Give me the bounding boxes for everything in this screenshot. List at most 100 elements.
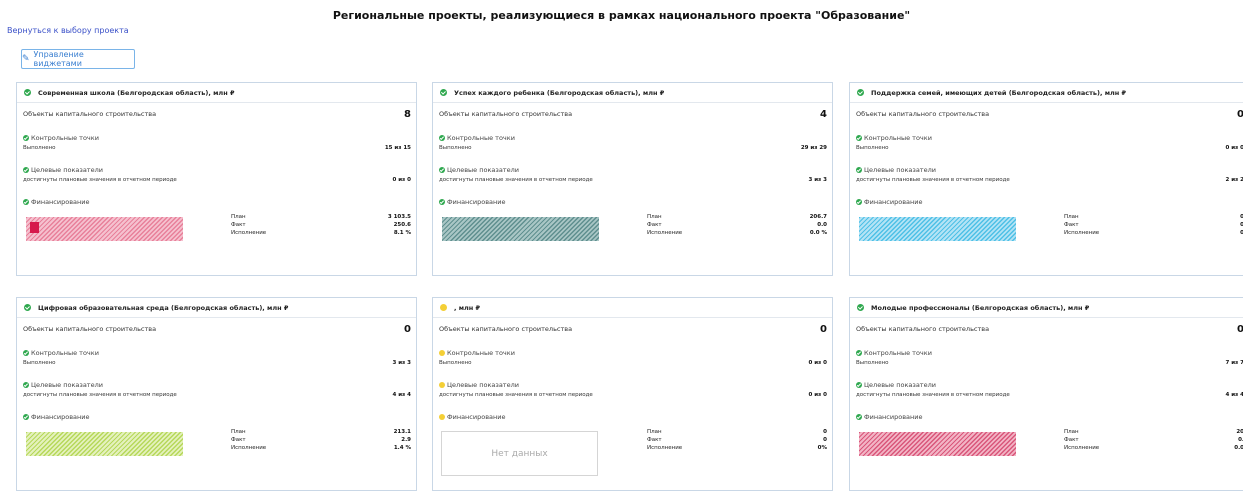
checkpoints-label: Контрольные точки <box>439 134 515 142</box>
plan-value: 213.1 <box>393 429 411 435</box>
card-header: , млн ₽ <box>433 298 832 318</box>
checkpoints-label: Контрольные точки <box>856 134 932 142</box>
targets-value: 4 из 4 <box>1225 392 1243 398</box>
warning-circle-icon <box>440 304 447 311</box>
targets-text: Целевые показатели <box>447 166 519 174</box>
plan-label: План <box>647 429 662 435</box>
targets-value: 2 из 2 <box>1225 177 1243 183</box>
check-circle-icon <box>856 199 862 205</box>
card-title: Успех каждого ребенка (Белгородская обла… <box>454 88 665 97</box>
targets-label: Целевые показатели <box>856 381 936 389</box>
financing-bar <box>859 217 1016 241</box>
targets-label: Целевые показатели <box>23 166 103 174</box>
fact-label: Факт <box>1064 222 1079 228</box>
targets-text: Целевые показатели <box>864 166 936 174</box>
checkpoints-text: Контрольные точки <box>447 349 515 357</box>
checkpoints-text: Контрольные точки <box>447 134 515 142</box>
capital-label: Объекты капитального строительства <box>856 110 990 118</box>
checkpoints-text: Контрольные точки <box>31 349 99 357</box>
checkpoints-value: 15 из 15 <box>384 145 411 151</box>
execution-value: 1.4 % <box>393 445 411 451</box>
targets-sub-label: достигнуты плановые значения в отчетном … <box>23 177 177 183</box>
card-title: Поддержка семей, имеющих детей (Белгород… <box>871 88 1127 97</box>
capital-label: Объекты капитального строительства <box>439 110 573 118</box>
financing-text: Финансирование <box>447 198 506 206</box>
targets-label: Целевые показатели <box>439 381 519 389</box>
financing-label: Финансирование <box>23 198 90 206</box>
checkpoints-label: Контрольные точки <box>439 349 515 357</box>
targets-value: 3 из 3 <box>808 177 827 183</box>
execution-label: Исполнение <box>647 230 683 236</box>
warning-circle-icon <box>439 350 445 356</box>
capital-value: 0 <box>404 324 411 335</box>
execution-label: Исполнение <box>1064 230 1100 236</box>
done-label: Выполнено <box>439 360 472 366</box>
targets-label: Целевые показатели <box>439 166 519 174</box>
financing-label: Финансирование <box>23 413 90 421</box>
financing-text: Финансирование <box>31 413 90 421</box>
done-label: Выполнено <box>856 360 889 366</box>
fact-value: 0 <box>823 437 827 443</box>
targets-text: Целевые показатели <box>31 381 103 389</box>
financing-bar <box>26 432 183 456</box>
execution-label: Исполнение <box>1064 445 1100 451</box>
targets-sub-label: достигнуты плановые значения в отчетном … <box>439 177 593 183</box>
financing-label: Финансирование <box>856 198 923 206</box>
check-circle-icon <box>23 350 29 356</box>
targets-text: Целевые показатели <box>864 381 936 389</box>
execution-value: 0% <box>817 445 827 451</box>
capital-value: 8 <box>404 109 411 120</box>
fact-value: 0.0 <box>817 222 827 228</box>
plan-label: План <box>231 214 246 220</box>
financing-label: Финансирование <box>439 198 506 206</box>
card-title: Цифровая образовательная среда (Белгород… <box>38 303 289 312</box>
execution-marker <box>30 222 39 233</box>
plan-label: План <box>1064 214 1079 220</box>
financing-text: Финансирование <box>447 413 506 421</box>
check-circle-icon <box>857 89 864 96</box>
capital-value: 4 <box>820 109 827 120</box>
check-circle-icon <box>856 350 862 356</box>
fact-label: Факт <box>647 437 662 443</box>
plan-value: 3 103.5 <box>387 214 411 220</box>
targets-value: 0 из 0 <box>392 177 411 183</box>
checkpoints-value: 7 из 7 <box>1225 360 1243 366</box>
execution-value: 0.0 <box>1234 445 1243 451</box>
done-label: Выполнено <box>23 360 56 366</box>
financing-text: Финансирование <box>31 198 90 206</box>
project-card[interactable]: Молодые профессионалы (Белгородская обла… <box>849 297 1243 491</box>
project-card[interactable]: Современная школа (Белгородская область)… <box>16 82 417 276</box>
no-data-box: Нет данных <box>441 431 598 476</box>
financing-bar <box>26 217 183 241</box>
back-link[interactable]: Вернуться к выбору проекта <box>7 26 129 35</box>
targets-text: Целевые показатели <box>447 381 519 389</box>
capital-label: Объекты капитального строительства <box>439 325 573 333</box>
project-card[interactable]: Цифровая образовательная среда (Белгород… <box>16 297 417 491</box>
check-circle-icon <box>23 167 29 173</box>
warning-circle-icon <box>439 382 445 388</box>
page-title: Региональные проекты, реализующиеся в ра… <box>332 9 911 22</box>
card-title: , млн ₽ <box>454 303 481 312</box>
project-card[interactable]: Поддержка семей, имеющих детей (Белгород… <box>849 82 1243 276</box>
financing-label: Финансирование <box>856 413 923 421</box>
targets-text: Целевые показатели <box>31 166 103 174</box>
capital-label: Объекты капитального строительства <box>23 110 157 118</box>
manage-widgets-button[interactable]: ✎ Управление виджетами <box>21 49 135 69</box>
plan-label: План <box>1064 429 1079 435</box>
capital-value: 0 <box>1237 109 1243 120</box>
project-card[interactable]: , млн ₽ Объекты капитального строительст… <box>432 297 833 491</box>
capital-label: Объекты капитального строительства <box>856 325 990 333</box>
fact-value: 2.9 <box>401 437 411 443</box>
targets-sub-label: достигнуты плановые значения в отчетном … <box>856 177 1010 183</box>
fact-label: Факт <box>1064 437 1079 443</box>
check-circle-icon <box>23 382 29 388</box>
done-label: Выполнено <box>856 145 889 151</box>
checkpoints-value: 3 из 3 <box>392 360 411 366</box>
check-circle-icon <box>24 304 31 311</box>
plan-value: 206.7 <box>809 214 827 220</box>
targets-label: Целевые показатели <box>856 166 936 174</box>
project-card[interactable]: Успех каждого ребенка (Белгородская обла… <box>432 82 833 276</box>
targets-value: 0 из 0 <box>808 392 827 398</box>
targets-sub-label: достигнуты плановые значения в отчетном … <box>439 392 593 398</box>
financing-text: Финансирование <box>864 413 923 421</box>
